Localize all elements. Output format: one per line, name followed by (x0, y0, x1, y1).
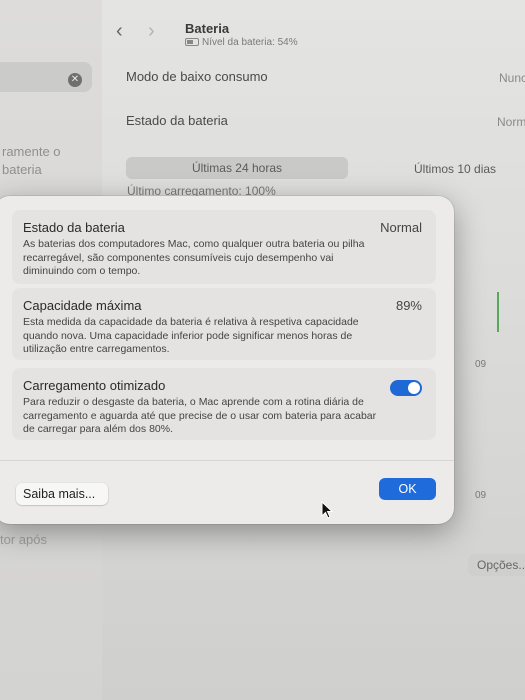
ok-button[interactable]: OK (379, 478, 436, 500)
optimized-charging-title: Carregamento otimizado (23, 378, 166, 393)
options-button[interactable]: Opções... (468, 554, 525, 576)
chart-bar (497, 292, 499, 332)
max-capacity-section: Capacidade máxima 89% Esta medida da cap… (12, 288, 436, 360)
battery-health-status: Normal (380, 220, 422, 235)
page-title: Bateria (185, 21, 230, 36)
chart-tick-label: 09 (475, 490, 487, 501)
battery-health-section: Estado da bateria Normal As baterias dos… (12, 210, 436, 284)
dialog-divider (0, 460, 454, 461)
battery-health-dialog: Estado da bateria Normal As baterias dos… (0, 196, 454, 524)
optimized-charging-description: Para reduzir o desgaste da bateria, o Ma… (23, 396, 377, 435)
low-power-mode-label: Modo de baixo consumo (126, 69, 268, 84)
chart-tick-label: 09 (475, 359, 487, 370)
optimized-charging-toggle[interactable] (390, 380, 422, 396)
max-capacity-value: 89% (395, 298, 422, 313)
clear-search-icon[interactable]: ✕ (68, 73, 82, 87)
back-chevron-icon[interactable]: ‹ (116, 20, 123, 43)
battery-health-title: Estado da bateria (23, 220, 125, 235)
battery-health-label: Estado da bateria (126, 113, 228, 128)
sidebar-text: ramente o (2, 144, 61, 159)
low-power-mode-value[interactable]: Nunc (499, 71, 525, 85)
battery-icon (185, 38, 199, 47)
segment-last-10-days[interactable]: Últimos 10 dias (414, 162, 496, 176)
battery-health-description: As baterias dos computadores Mac, como q… (23, 238, 365, 277)
sidebar-text: tor após (0, 532, 47, 547)
forward-chevron-icon[interactable]: › (148, 20, 155, 43)
battery-level-subtitle: Nível da bateria: 54% (185, 37, 298, 48)
battery-level-text: Nível da bateria: 54% (202, 37, 298, 48)
learn-more-button[interactable]: Saiba mais... (16, 483, 108, 505)
max-capacity-title: Capacidade máxima (23, 298, 142, 313)
max-capacity-description: Esta medida da capacidade da bateria é r… (23, 316, 359, 355)
sidebar-text: bateria (2, 162, 42, 177)
battery-health-value[interactable]: Norm (497, 115, 525, 129)
segment-last-24-hours[interactable]: Últimas 24 horas (126, 157, 348, 179)
optimized-charging-section: Carregamento otimizado Para reduzir o de… (12, 368, 436, 440)
mouse-cursor-icon (321, 501, 333, 519)
